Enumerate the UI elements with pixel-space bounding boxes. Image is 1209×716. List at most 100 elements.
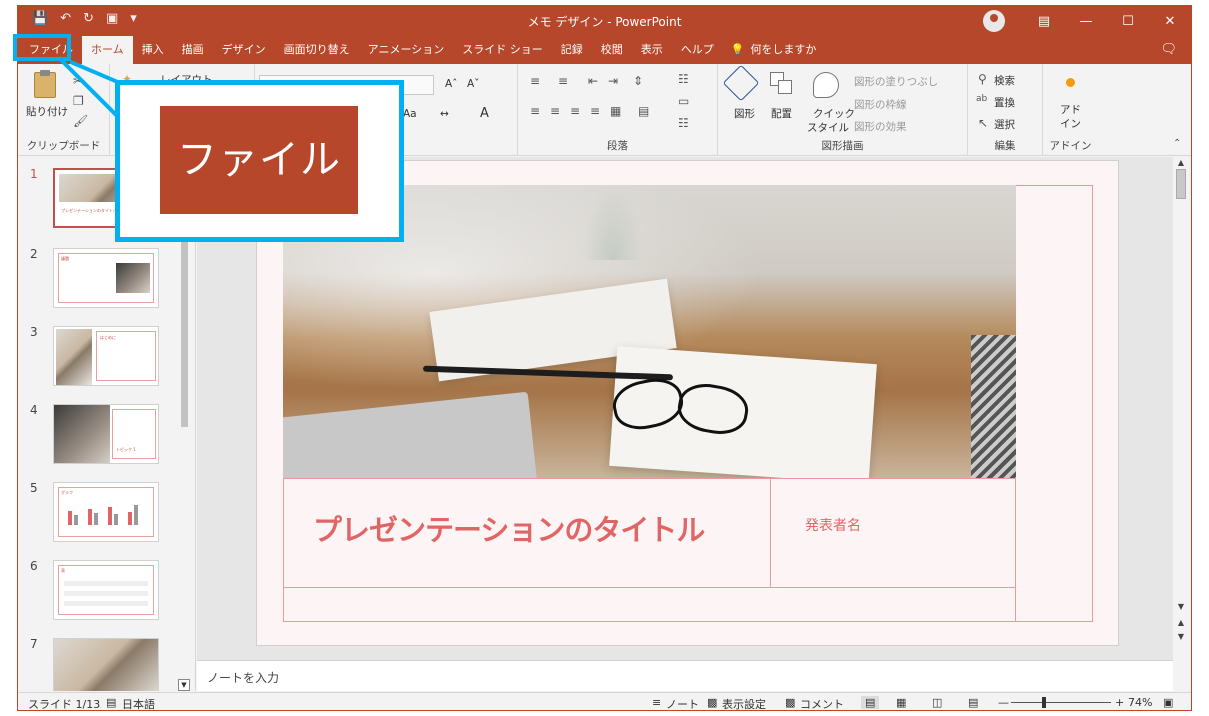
shape-effects-button[interactable]: 図形の効果 xyxy=(854,119,907,134)
language-indicator[interactable]: 日本語 xyxy=(122,696,155,710)
minimize-icon[interactable]: — xyxy=(1065,14,1107,29)
align-text-icon[interactable]: ▤ xyxy=(638,104,649,118)
font-color-icon[interactable]: A xyxy=(480,106,489,121)
distribute-icon[interactable]: ▦ xyxy=(610,104,621,118)
slideshow-view-icon[interactable]: ▤ xyxy=(968,696,978,709)
align-right-icon[interactable]: ≡ xyxy=(570,104,580,118)
quick-styles-label-2[interactable]: スタイル xyxy=(807,120,849,135)
comments-toggle[interactable]: コメント xyxy=(800,696,844,710)
accessibility-icon[interactable]: ▤ xyxy=(106,696,116,709)
collapse-ribbon-icon[interactable]: ⌃ xyxy=(1173,138,1181,149)
tab-slideshow[interactable]: スライド ショー xyxy=(453,36,552,64)
thumbnail-number: 1 xyxy=(30,167,38,181)
quick-styles-label-1[interactable]: クイック xyxy=(813,106,855,121)
display-settings-button[interactable]: 表示設定 xyxy=(722,696,766,710)
thumbnail-slide[interactable]: トピック 1 xyxy=(53,404,159,464)
thumbnail-slide[interactable]: グラフ xyxy=(53,482,159,542)
arrange-button[interactable]: 配置 xyxy=(771,106,792,121)
shapes-icon[interactable] xyxy=(722,64,760,102)
tab-design[interactable]: デザイン xyxy=(213,36,275,64)
zoom-level[interactable]: 74% xyxy=(1128,696,1152,709)
notes-pane[interactable]: ノートを入力 xyxy=(197,660,1173,691)
tab-review[interactable]: 校閲 xyxy=(592,36,632,64)
tab-animations[interactable]: アニメーション xyxy=(359,36,454,64)
presenter-name[interactable]: 発表者名 xyxy=(805,515,861,535)
shape-outline-button[interactable]: 図形の枠線 xyxy=(854,97,907,112)
close-icon[interactable]: ✕ xyxy=(1149,14,1191,29)
thumbnail-slide[interactable] xyxy=(53,638,159,691)
increase-indent-icon[interactable]: ⇥ xyxy=(608,74,618,88)
notes-toggle-icon: ≡ xyxy=(652,696,662,709)
previous-slide-icon[interactable]: ▲ xyxy=(1175,617,1187,628)
smartart-icon[interactable]: ☷ xyxy=(678,116,689,130)
thumbnail-3[interactable]: 3 はじめに xyxy=(18,323,195,401)
comments-icon[interactable]: 🗨 xyxy=(1160,42,1177,57)
thumbnail-6[interactable]: 6 表 xyxy=(18,557,195,635)
tab-help[interactable]: ヘルプ xyxy=(672,36,723,64)
columns-icon[interactable]: ☷ xyxy=(678,72,689,86)
change-case-button[interactable]: Aa xyxy=(403,108,417,120)
text-direction-icon[interactable]: ▭ xyxy=(678,94,689,108)
reading-view-icon[interactable]: ◫ xyxy=(932,696,942,709)
thumbnail-bar xyxy=(114,514,118,525)
thumbnail-slide[interactable]: 議題 xyxy=(53,248,159,308)
tab-insert[interactable]: 挿入 xyxy=(133,36,173,64)
align-center-icon[interactable]: ≡ xyxy=(550,104,560,118)
thumbnail-photo xyxy=(56,329,92,385)
thumbnail-7[interactable]: 7 xyxy=(18,635,195,691)
ribbon-display-icon[interactable]: ▤ xyxy=(1023,14,1065,29)
tab-draw[interactable]: 描画 xyxy=(173,36,213,64)
addins-icon[interactable] xyxy=(1066,78,1075,87)
zoom-slider-thumb[interactable] xyxy=(1042,697,1046,708)
zoom-out-icon[interactable]: — xyxy=(998,696,1009,709)
thumbnail-2[interactable]: 2 議題 xyxy=(18,245,195,323)
decrease-indent-icon[interactable]: ⇤ xyxy=(588,74,598,88)
addins-label-2[interactable]: イン xyxy=(1060,116,1081,131)
maximize-icon[interactable]: ☐ xyxy=(1107,14,1149,29)
normal-view-icon[interactable]: ▤ xyxy=(861,696,880,709)
fit-to-window-icon[interactable]: ▣ xyxy=(1163,696,1173,709)
copy-icon[interactable]: ❐ xyxy=(73,94,84,108)
thumbnail-5[interactable]: 5 グラフ xyxy=(18,479,195,557)
thumbnail-slide[interactable]: はじめに xyxy=(53,326,159,386)
scrollbar-knob[interactable] xyxy=(1176,169,1186,199)
account-avatar-icon[interactable] xyxy=(983,10,1005,32)
shape-fill-button[interactable]: 図形の塗りつぶし xyxy=(854,74,938,89)
next-slide-icon[interactable]: ▼ xyxy=(1175,631,1187,642)
slide-title[interactable]: プレゼンテーションのタイトル xyxy=(313,507,705,549)
numbering-icon[interactable]: ≡ xyxy=(558,74,568,88)
thumbnail-4[interactable]: 4 トピック 1 xyxy=(18,401,195,479)
notes-toggle[interactable]: ノート xyxy=(666,696,699,710)
zoom-in-icon[interactable]: + xyxy=(1115,696,1124,709)
find-button[interactable]: 検索 xyxy=(994,73,1015,88)
slide-sorter-icon[interactable]: ▦ xyxy=(896,696,906,709)
scroll-down-icon[interactable]: ▼ xyxy=(178,679,190,691)
zoom-slider[interactable] xyxy=(1011,702,1111,703)
comments-status-icon: ▩ xyxy=(785,696,796,709)
shapes-button[interactable]: 図形 xyxy=(734,106,755,121)
increase-font-icon[interactable]: Aˆ xyxy=(445,78,457,90)
status-bar: スライド 1/13 ▤ 日本語 ≡ ノート ▩ 表示設定 ▩ コメント ▤ ▦ … xyxy=(18,692,1191,710)
addins-label-1[interactable]: アド xyxy=(1060,102,1081,117)
bullets-icon[interactable]: ≡ xyxy=(530,74,540,88)
tab-home[interactable]: ホーム xyxy=(82,36,133,64)
replace-button[interactable]: 置換 xyxy=(994,95,1015,110)
tab-transitions[interactable]: 画面切り替え xyxy=(275,36,359,64)
quick-styles-icon[interactable] xyxy=(813,72,839,98)
scroll-up-icon[interactable]: ▲ xyxy=(1175,157,1187,168)
justify-icon[interactable]: ≡ xyxy=(590,104,600,118)
scroll-down-icon[interactable]: ▼ xyxy=(1175,601,1187,612)
thumbnail-slide[interactable]: 表 xyxy=(53,560,159,620)
tab-view[interactable]: 表示 xyxy=(632,36,672,64)
char-spacing-icon[interactable]: ↔ xyxy=(440,108,449,120)
paste-button[interactable]: 貼り付け xyxy=(26,104,68,119)
align-left-icon[interactable]: ≡ xyxy=(530,104,540,118)
select-button[interactable]: 選択 xyxy=(994,117,1015,132)
format-painter-icon[interactable]: 🖌 xyxy=(73,114,88,128)
tab-record[interactable]: 記録 xyxy=(552,36,592,64)
editor-scrollbar[interactable]: ▲ ▼ ▲ ▼ xyxy=(1173,157,1189,660)
decrease-font-icon[interactable]: Aˇ xyxy=(467,78,479,90)
tell-me-search[interactable]: 💡 何をしますか xyxy=(723,36,826,64)
line-spacing-icon[interactable]: ⇕ xyxy=(633,74,643,88)
paste-icon[interactable] xyxy=(34,70,56,98)
